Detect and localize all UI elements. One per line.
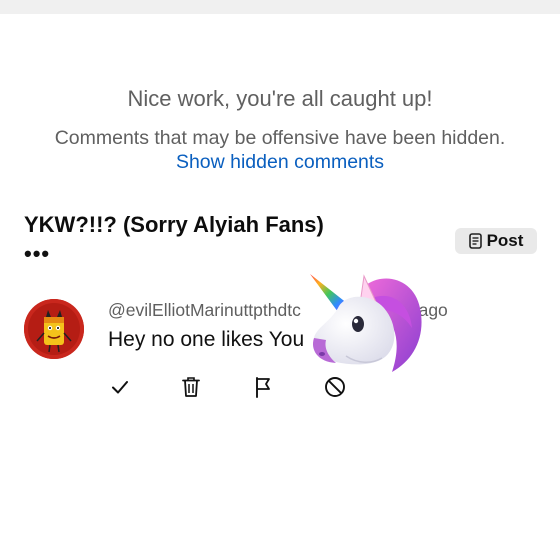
- report-button[interactable]: [251, 376, 275, 403]
- check-icon: [110, 377, 130, 402]
- delete-button[interactable]: [179, 376, 203, 403]
- document-icon: [468, 233, 482, 249]
- hidden-comments-note: Comments that may be offensive have been…: [50, 126, 510, 174]
- comment-author-handle[interactable]: @evilElliotMarinuttpthdtc: [108, 300, 301, 321]
- comment-text: Hey no one likes You: [108, 328, 305, 351]
- trash-icon: [181, 376, 201, 403]
- caught-up-message: Nice work, you're all caught up!: [127, 86, 433, 111]
- hidden-note-text: Comments that may be offensive have been…: [54, 127, 506, 149]
- flag-icon: [253, 376, 273, 403]
- block-user-button[interactable]: [323, 376, 347, 401]
- post-title: YKW?!!? (Sorry Alyiah Fans): [24, 212, 324, 237]
- view-post-button[interactable]: Post: [455, 228, 537, 254]
- top-bar: [0, 0, 560, 14]
- unicorn-emoji-sticker: [302, 268, 428, 380]
- avatar[interactable]: [24, 299, 84, 359]
- more-options-button[interactable]: •••: [24, 243, 50, 265]
- post-button-label: Post: [486, 231, 524, 250]
- approve-button[interactable]: [108, 377, 132, 401]
- show-hidden-comments-link[interactable]: Show hidden comments: [176, 151, 384, 173]
